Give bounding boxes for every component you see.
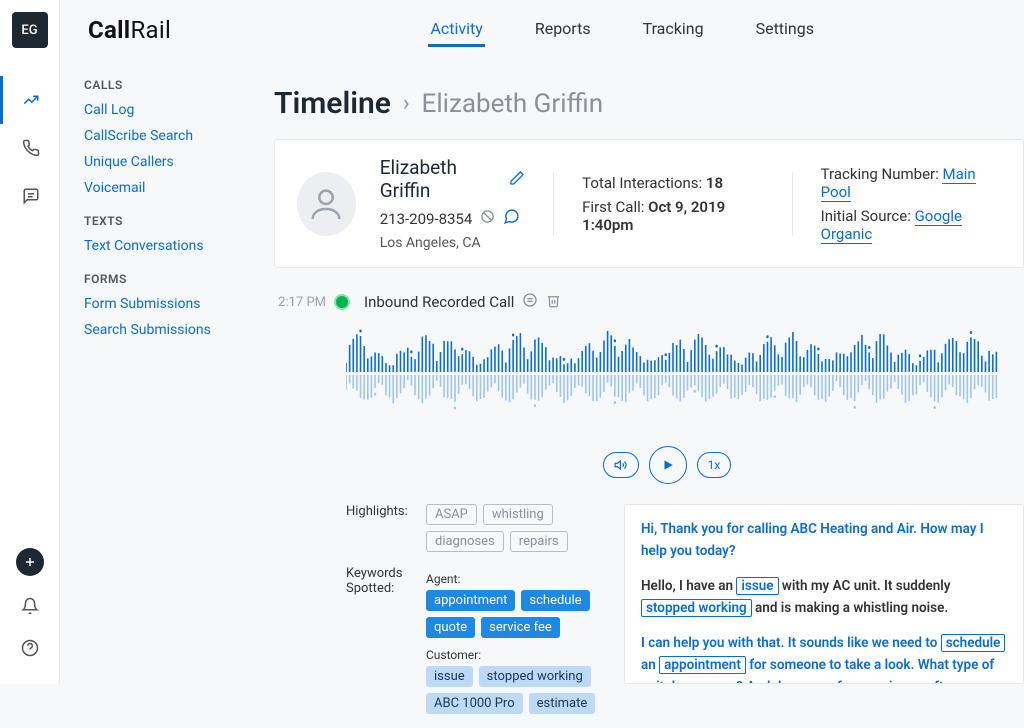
page-content: Timeline › Elizabeth Griffin Elizabeth G…: [250, 60, 1024, 684]
caller-card: Elizabeth Griffin 213-209-8354: [274, 139, 1024, 268]
tag-quote[interactable]: quote: [426, 617, 475, 638]
sidebar-heading-calls: CALLS: [84, 78, 240, 92]
play-button[interactable]: [649, 446, 687, 484]
tag-repairs[interactable]: repairs: [510, 531, 568, 552]
bell-icon[interactable]: [18, 594, 42, 618]
sidebar-heading-forms: FORMS: [84, 272, 240, 286]
icon-rail: EG: [0, 0, 60, 684]
waveform[interactable]: [250, 312, 1024, 440]
sidebar-item-text-conv[interactable]: Text Conversations: [84, 238, 240, 254]
kw-stopped-working: stopped working: [641, 599, 752, 617]
sidebar: CALLS Call Log CallScribe Search Unique …: [60, 60, 250, 684]
help-icon[interactable]: [18, 636, 42, 660]
volume-button[interactable]: [603, 452, 639, 478]
tag-service-fee[interactable]: service fee: [481, 617, 560, 638]
ti-label: Total Interactions:: [582, 174, 706, 192]
sidebar-item-form-subs[interactable]: Form Submissions: [84, 296, 240, 312]
edit-name-icon[interactable]: [509, 168, 525, 191]
main: CallRail Activity Reports Tracking Setti…: [60, 0, 1024, 684]
breadcrumb-sub: Elizabeth Griffin: [422, 89, 604, 119]
rail-message-icon[interactable]: [0, 172, 60, 220]
highlights-label: Highlights:: [346, 504, 426, 552]
tn-label: Tracking Number:: [821, 165, 943, 183]
tag-abc-1000-pro[interactable]: ABC 1000 Pro: [426, 693, 523, 714]
breadcrumb: Timeline › Elizabeth Griffin: [250, 78, 1024, 139]
trash-icon[interactable]: [546, 293, 561, 312]
sidebar-heading-texts: TEXTS: [84, 214, 240, 228]
keywords-label: Keywords Spotted:: [346, 566, 426, 714]
top-nav: Activity Reports Tracking Settings: [428, 13, 816, 47]
nav-tracking[interactable]: Tracking: [641, 13, 706, 47]
blocked-icon[interactable]: [480, 209, 495, 228]
sidebar-item-unique-callers[interactable]: Unique Callers: [84, 154, 240, 170]
ti-value: 18: [706, 174, 723, 192]
nav-settings[interactable]: Settings: [754, 13, 816, 47]
message-icon[interactable]: [503, 208, 520, 229]
kw-appointment: appointment: [659, 656, 746, 674]
user-avatar[interactable]: EG: [12, 12, 48, 48]
nav-activity[interactable]: Activity: [428, 13, 484, 47]
keyword-panel: Highlights: ASAP whistling diagnoses repair…: [346, 504, 606, 728]
timeline-dot-icon: [334, 294, 350, 310]
transcript-line: Hi, Thank you for calling ABC Heating an…: [641, 521, 984, 559]
nav-reports[interactable]: Reports: [533, 13, 593, 47]
kw-issue: issue: [736, 577, 778, 595]
customer-sublabel: Customer:: [426, 648, 606, 662]
sidebar-item-search-subs[interactable]: Search Submissions: [84, 322, 240, 338]
chevron-right-icon: ›: [403, 91, 410, 116]
sidebar-item-voicemail[interactable]: Voicemail: [84, 180, 240, 196]
speed-button[interactable]: 1x: [697, 452, 732, 478]
event-time: 2:17 PM: [274, 295, 326, 310]
sidebar-item-call-log[interactable]: Call Log: [84, 102, 240, 118]
caller-name: Elizabeth Griffin: [380, 156, 500, 202]
caller-avatar: [297, 172, 356, 236]
tag-estimate[interactable]: estimate: [529, 693, 596, 714]
topbar: CallRail Activity Reports Tracking Setti…: [60, 0, 1024, 60]
is-label: Initial Source:: [821, 207, 915, 225]
tag-whistling[interactable]: whistling: [483, 504, 553, 525]
caller-location: Los Angeles, CA: [380, 235, 526, 251]
rail-phone-icon[interactable]: [0, 124, 60, 172]
tag-diagnoses[interactable]: diagnoses: [426, 531, 504, 552]
fc-label: First Call:: [582, 198, 648, 216]
transcript-icon[interactable]: [522, 292, 538, 312]
kw-schedule: schedule: [941, 634, 1006, 652]
logo[interactable]: CallRail: [88, 16, 171, 44]
rail-activity-icon[interactable]: [0, 76, 60, 124]
page-title: Timeline: [274, 86, 391, 121]
add-button[interactable]: [16, 548, 44, 576]
tag-asap[interactable]: ASAP: [426, 504, 477, 525]
transcript[interactable]: Hi, Thank you for calling ABC Heating an…: [624, 504, 1024, 684]
sidebar-item-callscribe[interactable]: CallScribe Search: [84, 128, 240, 144]
caller-phone: 213-209-8354: [380, 210, 473, 228]
tag-schedule[interactable]: schedule: [521, 590, 589, 611]
tag-appointment[interactable]: appointment: [426, 590, 515, 611]
event-title: Inbound Recorded Call: [364, 293, 514, 311]
timeline: 2:17 PM Inbound Recorded Call: [250, 292, 1024, 728]
agent-sublabel: Agent:: [426, 572, 606, 586]
